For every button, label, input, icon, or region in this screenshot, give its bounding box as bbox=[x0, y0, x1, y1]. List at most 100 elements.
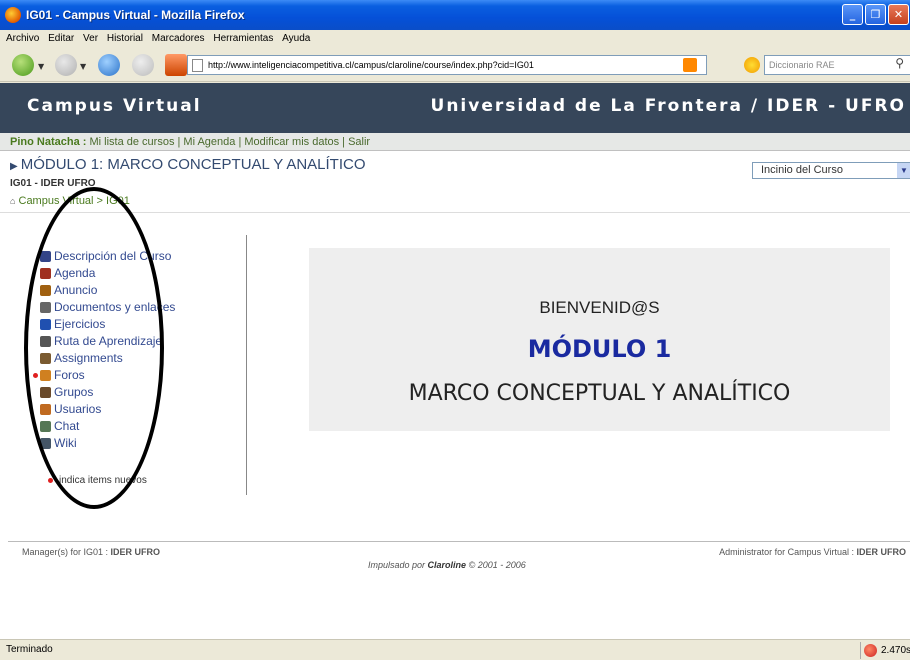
tool-item-label: Descripción del Curso bbox=[54, 249, 172, 263]
minimize-button[interactable]: _ bbox=[842, 4, 863, 25]
forum-icon bbox=[40, 370, 51, 381]
breadcrumb-current[interactable]: IG01 bbox=[106, 195, 130, 207]
tool-item[interactable]: Chat bbox=[40, 418, 240, 435]
tools-divider bbox=[246, 235, 247, 495]
tool-item-label: Foros bbox=[54, 368, 85, 382]
breadcrumb: ⌂ Campus Virtual > IG01 bbox=[10, 195, 130, 207]
welcome-module: MÓDULO 1 bbox=[527, 335, 672, 363]
course-section-value: Incinio del Curso bbox=[761, 164, 843, 176]
tool-item[interactable]: Grupos bbox=[40, 384, 240, 401]
reload-icon[interactable] bbox=[98, 54, 120, 76]
status-bar: Terminado 2.470s bbox=[0, 639, 910, 660]
footer-divider bbox=[8, 541, 910, 542]
maximize-button[interactable]: ❐ bbox=[865, 4, 886, 25]
breadcrumb-divider bbox=[0, 212, 910, 213]
course-section-select[interactable]: Incinio del Curso ▼ bbox=[752, 162, 910, 179]
search-bar: Diccionario RAE ⚲ bbox=[720, 55, 910, 75]
load-time: 2.470s bbox=[881, 645, 910, 656]
back-dropdown-icon[interactable]: ▼ bbox=[38, 62, 44, 71]
page-content: Campus Virtual Universidad de La Fronter… bbox=[0, 83, 910, 639]
user-separator: : bbox=[79, 136, 90, 148]
menu-editar[interactable]: Editar bbox=[48, 30, 74, 48]
calendar-icon bbox=[40, 268, 51, 279]
welcome-box: BIENVENID@S MÓDULO 1 MARCO CONCEPTUAL Y … bbox=[309, 248, 890, 431]
tool-item[interactable]: Usuarios bbox=[40, 401, 240, 418]
course-title: ▶ MÓDULO 1: MARCO CONCEPTUAL Y ANALÍTICO bbox=[10, 156, 366, 173]
page-icon bbox=[192, 59, 203, 72]
menu-archivo[interactable]: Archivo bbox=[6, 30, 39, 48]
footer-managers-label: Manager(s) for IG01 : bbox=[22, 547, 111, 557]
welcome-subtitle: MARCO CONCEPTUAL Y ANALÍTICO bbox=[408, 381, 791, 406]
window-title: IG01 - Campus Virtual - Mozilla Firefox bbox=[26, 8, 245, 22]
tool-item[interactable]: Agenda bbox=[40, 265, 240, 282]
title-bar: IG01 - Campus Virtual - Mozilla Firefox … bbox=[0, 0, 910, 30]
path-icon bbox=[40, 336, 51, 347]
tool-item-label: Wiki bbox=[54, 436, 77, 450]
new-item-dot-icon bbox=[33, 373, 38, 378]
breadcrumb-separator: > bbox=[93, 195, 107, 207]
tool-item-label: Anuncio bbox=[54, 283, 98, 297]
back-icon[interactable] bbox=[12, 54, 34, 76]
course-tools-list: Descripción del Curso Agenda Anuncio Docume… bbox=[33, 248, 240, 452]
url-input[interactable]: http://www.inteligenciacompetitiva.cl/ca… bbox=[187, 55, 707, 75]
list-icon bbox=[40, 251, 51, 262]
menu-historial[interactable]: Historial bbox=[107, 30, 143, 48]
stop-icon[interactable] bbox=[132, 54, 154, 76]
menu-ver[interactable]: Ver bbox=[83, 30, 98, 48]
user-name[interactable]: Pino Natacha bbox=[10, 136, 80, 148]
forward-dropdown-icon[interactable]: ▼ bbox=[80, 62, 86, 71]
chat-icon bbox=[40, 421, 51, 432]
menu-herramientas[interactable]: Herramientas bbox=[213, 30, 273, 48]
tool-item[interactable]: Wiki bbox=[40, 435, 240, 452]
tool-item-label: Ruta de Aprendizaje bbox=[54, 334, 163, 348]
tool-item[interactable]: Assignments bbox=[40, 350, 240, 367]
home-icon[interactable] bbox=[165, 54, 187, 76]
chevron-down-icon[interactable]: ▼ bbox=[897, 163, 910, 178]
status-text: Terminado bbox=[6, 644, 53, 655]
footer-managers-name[interactable]: IDER UFRO bbox=[111, 547, 161, 557]
load-time-panel: 2.470s bbox=[860, 642, 910, 659]
search-input[interactable]: Diccionario RAE bbox=[764, 55, 910, 75]
tool-item-label: Chat bbox=[54, 419, 80, 433]
tool-item[interactable]: Ruta de Aprendizaje bbox=[40, 333, 240, 350]
documents-icon bbox=[40, 302, 51, 313]
footer-powered-by: Impulsado por Claroline © 2001 - 2006 bbox=[368, 560, 526, 570]
menu-marcadores[interactable]: Marcadores bbox=[152, 30, 205, 48]
tool-item[interactable]: Documentos y enlaces bbox=[40, 299, 240, 316]
menu-ayuda[interactable]: Ayuda bbox=[282, 30, 310, 48]
forward-icon[interactable] bbox=[55, 54, 77, 76]
site-title[interactable]: Campus Virtual bbox=[27, 96, 202, 116]
course-code: IG01 - IDER UFRO bbox=[10, 178, 96, 189]
home-icon: ⌂ bbox=[10, 196, 16, 206]
groups-icon bbox=[40, 387, 51, 398]
search-engine-icon[interactable] bbox=[744, 57, 760, 73]
search-icon[interactable]: ⚲ bbox=[895, 56, 904, 70]
close-button[interactable]: ✕ bbox=[888, 4, 909, 25]
tool-item-label: Ejercicios bbox=[54, 317, 106, 331]
user-bar: Pino Natacha : Mi lista de cursos | Mi A… bbox=[0, 133, 910, 151]
tool-item[interactable]: Descripción del Curso bbox=[40, 248, 240, 265]
user-links[interactable]: Mi lista de cursos | Mi Agenda | Modific… bbox=[89, 136, 370, 148]
tool-item[interactable]: Anuncio bbox=[40, 282, 240, 299]
footer-managers: Manager(s) for IG01 : IDER UFRO bbox=[22, 547, 160, 557]
course-title-text: MÓDULO 1: MARCO CONCEPTUAL Y ANALÍTICO bbox=[20, 156, 366, 173]
new-items-legend: indica items nuevos bbox=[48, 475, 147, 486]
checkbox-icon bbox=[40, 319, 51, 330]
footer-admin-name[interactable]: IDER UFRO bbox=[857, 547, 907, 557]
new-item-dot-icon bbox=[48, 477, 53, 483]
footer-admin-label: Administrator for Campus Virtual : bbox=[719, 547, 857, 557]
tool-item-label: Assignments bbox=[54, 351, 123, 365]
site-banner: Campus Virtual Universidad de La Fronter… bbox=[0, 83, 910, 133]
rss-feed-icon[interactable] bbox=[683, 58, 697, 72]
new-items-legend-text: indica items nuevos bbox=[59, 475, 147, 486]
users-icon bbox=[40, 404, 51, 415]
globe-icon bbox=[864, 644, 877, 657]
tool-item-label: Agenda bbox=[54, 266, 96, 280]
firefox-icon bbox=[5, 7, 21, 23]
claroline-link[interactable]: Claroline bbox=[428, 560, 467, 570]
tool-item[interactable]: Ejercicios bbox=[40, 316, 240, 333]
institution-title[interactable]: Universidad de La Frontera / IDER - UFRO bbox=[431, 96, 906, 116]
breadcrumb-root[interactable]: Campus Virtual bbox=[19, 195, 94, 207]
tool-item-label: Documentos y enlaces bbox=[54, 300, 176, 314]
tool-item[interactable]: Foros bbox=[33, 367, 240, 384]
